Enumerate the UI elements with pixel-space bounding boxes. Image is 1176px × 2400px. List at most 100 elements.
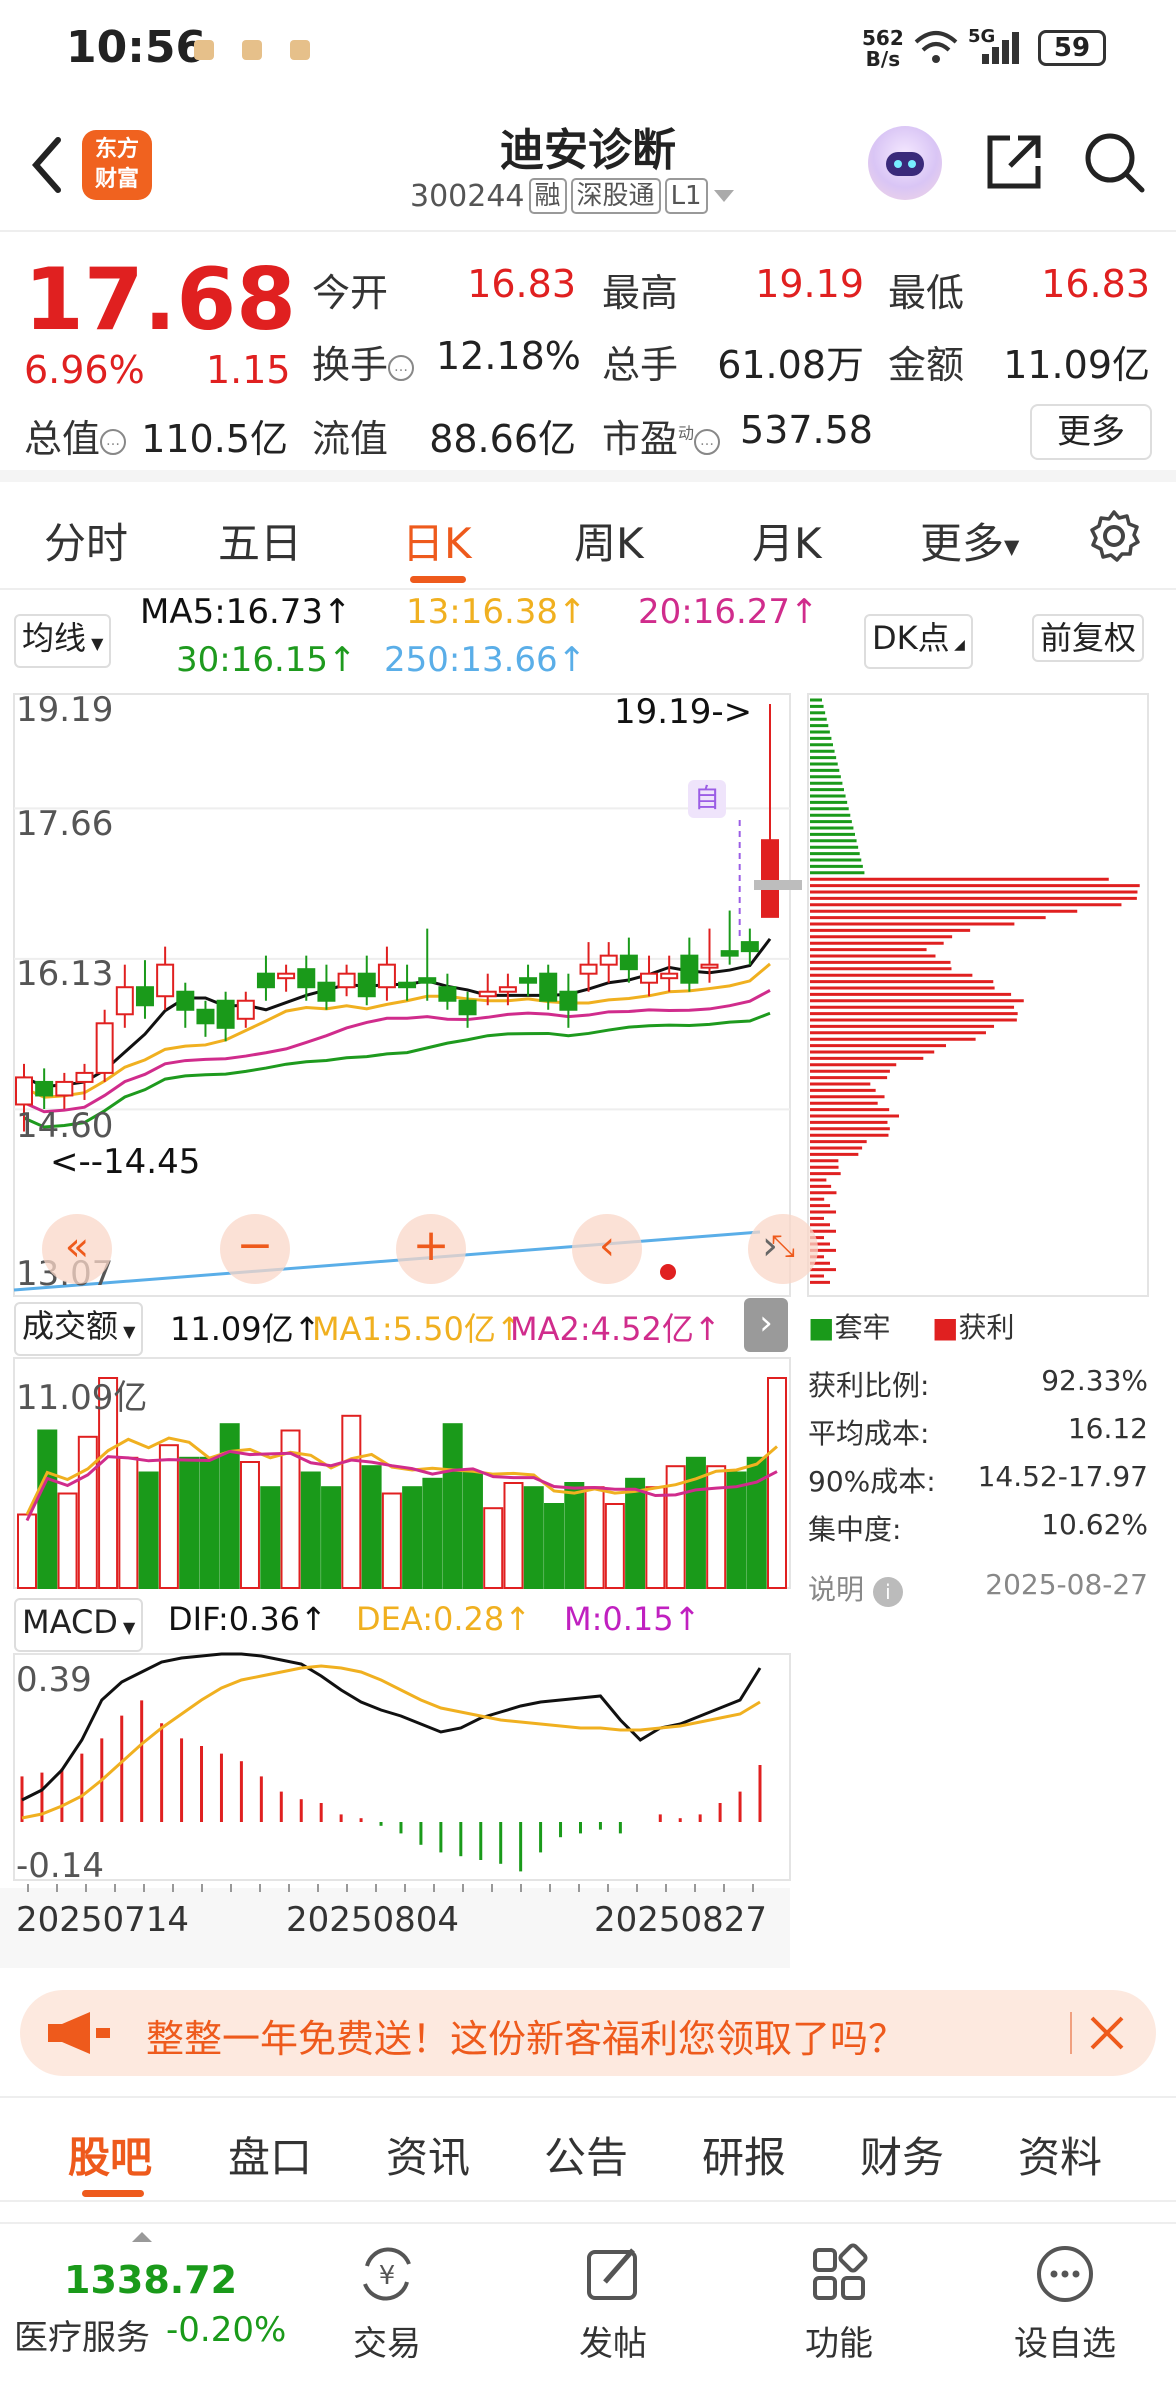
tab-guba[interactable]: 股吧 xyxy=(68,2124,152,2185)
tab-research[interactable]: 研报 xyxy=(702,2124,786,2185)
info-icon: … xyxy=(388,354,415,381)
tab-daily-k[interactable]: 日K xyxy=(402,510,472,571)
expand-panel-button[interactable]: › xyxy=(744,1298,788,1352)
volume-bar xyxy=(321,1486,342,1589)
volume-bar xyxy=(402,1486,423,1589)
candle-body xyxy=(95,1022,114,1074)
nav-post[interactable]: 发帖 xyxy=(548,2242,678,2365)
low-label: 最低 xyxy=(888,271,965,315)
status-time: 10:56 xyxy=(66,22,207,73)
chip-note-row: 说明 i 2025-08-27 xyxy=(808,1568,1148,1608)
search-icon[interactable] xyxy=(1082,130,1146,194)
volume-bar xyxy=(625,1477,646,1590)
candle-body xyxy=(438,986,457,1002)
tab-intraday[interactable]: 分时 xyxy=(44,510,128,571)
gear-icon[interactable] xyxy=(1086,508,1142,564)
volume-bar xyxy=(726,1471,747,1589)
candle-body xyxy=(418,977,437,984)
kline-chart[interactable] xyxy=(0,590,1176,1970)
macd-indicator-selector[interactable]: MACD ▼ xyxy=(14,1598,144,1652)
volume-value: 11.09亿↑ xyxy=(170,1310,321,1348)
active-tab-underline xyxy=(410,576,466,583)
trade-icon: ¥ xyxy=(363,2247,411,2301)
banner-divider xyxy=(1070,2012,1072,2054)
volume-indicator-selector[interactable]: 成交额 ▼ xyxy=(14,1302,144,1356)
chip-note-link[interactable]: 说明 i xyxy=(808,1568,903,1608)
active-subtab-underline xyxy=(82,2190,144,2197)
volume-bar xyxy=(37,1429,58,1589)
assistant-avatar[interactable] xyxy=(868,126,942,200)
tab-finance[interactable]: 财务 xyxy=(860,2124,944,2185)
connect-tag: 深股通 xyxy=(570,178,661,214)
dropdown-icon[interactable] xyxy=(712,184,736,208)
candle-body xyxy=(337,972,356,989)
volume-bar xyxy=(604,1503,625,1589)
volume-bar xyxy=(341,1414,362,1590)
promo-banner[interactable]: 整整一年免费送！这份新客福利您领取了吗？ xyxy=(20,1990,1156,2076)
tab-monthly-k[interactable]: 月K xyxy=(752,510,822,571)
chip-stat-row: 获利比例: 92.33% xyxy=(808,1364,1148,1402)
tab-five-day[interactable]: 五日 xyxy=(218,510,302,571)
tab-more[interactable]: 更多▼ xyxy=(920,510,1019,571)
scroll-left-fast-button[interactable]: « xyxy=(42,1214,112,1284)
candle-body xyxy=(115,986,134,1016)
candle-body xyxy=(216,999,235,1029)
volume-bar xyxy=(564,1482,585,1589)
float-value: 88.66亿 xyxy=(429,417,576,461)
info-icon: … xyxy=(694,428,721,455)
scroll-left-button[interactable]: ‹ xyxy=(572,1214,642,1284)
macd-y-top: 0.39 xyxy=(16,1660,92,1700)
last-price: 17.68 xyxy=(24,250,297,350)
candle-body xyxy=(458,999,477,1016)
tab-pankou[interactable]: 盘口 xyxy=(228,2124,312,2185)
y-label-4: 14.60 xyxy=(16,1106,114,1146)
nav-functions[interactable]: 功能 xyxy=(774,2242,904,2365)
volume-bar xyxy=(544,1503,565,1589)
chevron-up-icon xyxy=(132,2232,152,2242)
share-icon[interactable] xyxy=(982,130,1046,194)
open-value: 16.83 xyxy=(467,262,576,306)
more-quote-button[interactable]: 更多 xyxy=(1030,404,1152,460)
event-dot[interactable] xyxy=(660,1264,676,1280)
nav-add-watchlist[interactable]: 设自选 xyxy=(1000,2242,1130,2365)
volume-bar xyxy=(483,1507,504,1589)
period-tabs: 分时 五日 日K 周K 月K 更多▼ xyxy=(0,482,1176,590)
chip-date: 2025-08-27 xyxy=(985,1568,1148,1601)
volume-bar xyxy=(17,1513,37,1589)
candle-body xyxy=(398,981,417,989)
stock-header: 东方 财富 迪安诊断 300244 融 深股通 L1 xyxy=(0,100,1176,232)
candle-body xyxy=(176,990,195,1011)
macd-panel-frame xyxy=(13,1653,791,1881)
zoom-out-button[interactable]: − xyxy=(220,1214,290,1284)
zoom-in-button[interactable]: + xyxy=(396,1214,466,1284)
volume-ma1: MA1:5.50亿↑ xyxy=(312,1310,523,1348)
chip-stat-row: 平均成本: 16.12 xyxy=(808,1412,1148,1450)
candle-body xyxy=(498,986,517,993)
self-select-marker[interactable]: 自 xyxy=(688,780,726,818)
quote-panel: 17.68 6.96% 1.15 今开 16.83 最高 19.19 最低 16… xyxy=(0,232,1176,482)
notification-icon xyxy=(194,40,214,60)
tab-profile[interactable]: 资料 xyxy=(1018,2124,1102,2185)
current-price-marker xyxy=(754,880,802,890)
stock-code: 300244 xyxy=(410,178,525,214)
macd-m: M:0.15↑ xyxy=(564,1600,701,1638)
volume-bar xyxy=(706,1465,727,1589)
volume-bar xyxy=(381,1492,402,1589)
close-icon[interactable] xyxy=(1086,2012,1128,2054)
y-label-3: 16.13 xyxy=(16,954,114,994)
tab-news[interactable]: 资讯 xyxy=(386,2124,470,2185)
tab-weekly-k[interactable]: 周K xyxy=(574,510,644,571)
scroll-right-button[interactable]: › xyxy=(754,1214,786,1284)
turnover-label: 换手… xyxy=(312,334,415,389)
tab-announcements[interactable]: 公告 xyxy=(544,2124,628,2185)
battery-indicator: 59 xyxy=(1038,30,1106,66)
candle-body xyxy=(700,963,719,969)
nav-trade[interactable]: ¥ 交易 xyxy=(322,2242,452,2365)
sector-index-name: 医疗服务 xyxy=(14,2318,150,2358)
macd-dif: DIF:0.36↑ xyxy=(168,1600,327,1638)
volume-value: 61.08万 xyxy=(717,343,864,387)
volume-bar xyxy=(138,1471,159,1589)
volume-bar xyxy=(422,1477,443,1590)
chip-legend-trapped: ■套牢 xyxy=(808,1311,891,1344)
candle-body xyxy=(519,977,538,984)
